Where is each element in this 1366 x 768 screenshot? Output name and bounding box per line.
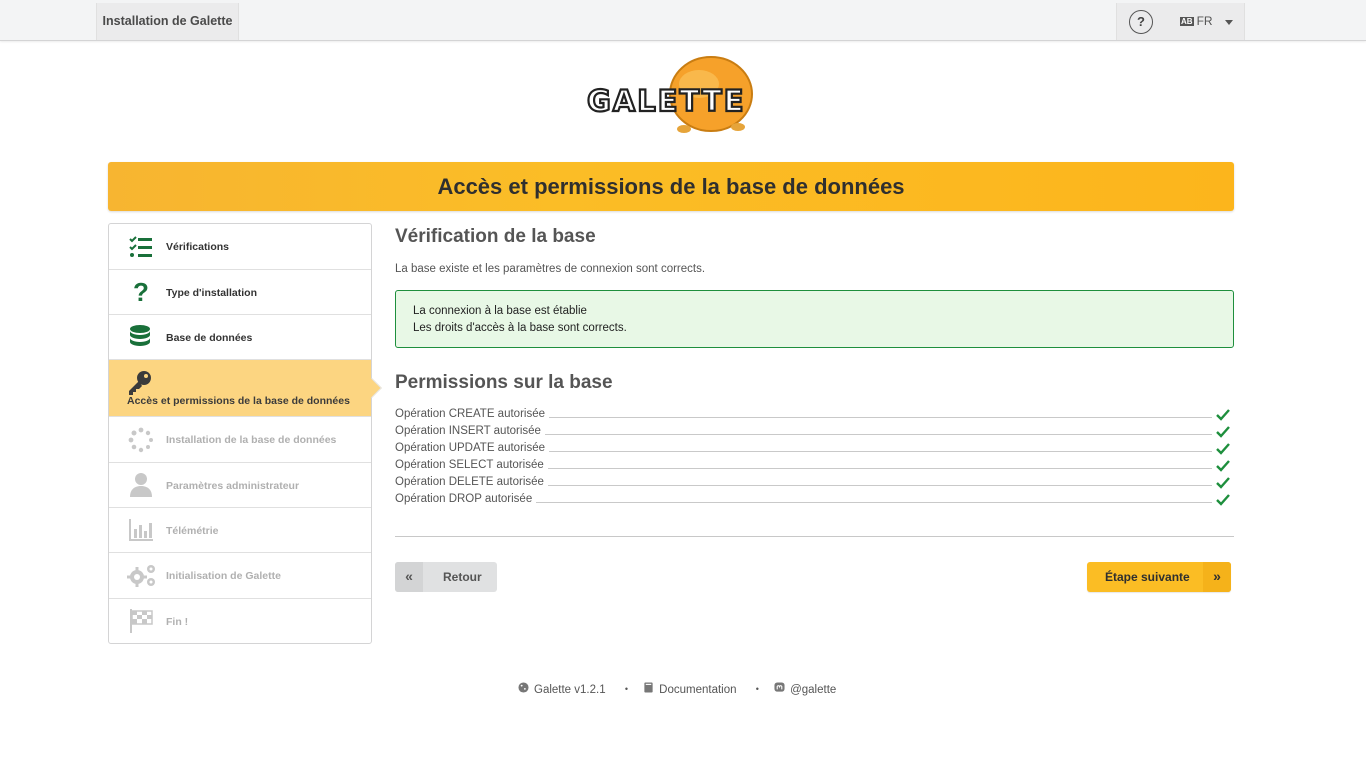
step-label: Fin ! — [166, 616, 189, 628]
check-description: La base existe et les paramètres de conn… — [395, 263, 706, 275]
permission-row: Opération SELECT autorisée — [395, 458, 1234, 475]
permission-label: Opération INSERT autorisée — [395, 425, 545, 437]
success-line: La connexion à la base est établie — [413, 305, 587, 317]
step-label: Base de données — [166, 332, 253, 344]
galette-logo: GALETTE — [583, 56, 758, 140]
mastodon-icon — [774, 682, 785, 692]
step-label: Télémétrie — [166, 525, 219, 537]
success-message: La connexion à la base est établie Les d… — [395, 290, 1234, 348]
footer-doc: Documentation — [659, 683, 737, 696]
permission-row: Opération DELETE autorisée — [395, 475, 1234, 492]
step-admin-settings: Paramètres administrateur — [109, 463, 371, 508]
step-finish: Fin ! — [109, 599, 371, 643]
top-menu-bar: Installation de Galette ? AB FR — [0, 0, 1366, 41]
check-icon — [1216, 494, 1230, 506]
help-icon[interactable]: ? — [1129, 10, 1153, 34]
footer-separator: • — [624, 684, 628, 694]
section-divider — [395, 536, 1234, 537]
database-icon — [128, 324, 154, 350]
key-icon — [127, 370, 153, 396]
book-icon — [644, 682, 653, 693]
check-icon — [1216, 409, 1230, 421]
next-button-label: Étape suivante — [1105, 570, 1190, 584]
double-chevron-right-icon: » — [1203, 562, 1231, 592]
step-db-installation: Installation de la base de données — [109, 417, 371, 463]
cookie-icon — [518, 682, 529, 693]
permission-label: Opération DELETE autorisée — [395, 476, 548, 488]
permission-row: Opération UPDATE autorisée — [395, 441, 1234, 458]
svg-text:GALETTE: GALETTE — [587, 84, 746, 118]
page-title: Accès et permissions de la base de donné… — [437, 174, 905, 199]
topbar-right-menu: ? AB FR — [1116, 3, 1245, 40]
permission-label: Opération SELECT autorisée — [395, 459, 548, 471]
user-icon — [128, 472, 154, 498]
step-label: Accès et permissions de la base de donné… — [127, 395, 350, 407]
step-label: Initialisation de Galette — [166, 570, 281, 582]
footer-version: Galette v1.2.1 — [534, 683, 606, 696]
question-icon: ? — [133, 277, 149, 307]
footer-social: @galette — [790, 683, 837, 696]
check-icon — [1216, 460, 1230, 472]
step-galette-init: Initialisation de Galette — [109, 553, 371, 599]
permissions-list: Opération CREATE autorisée Opération INS… — [395, 407, 1234, 509]
language-selector[interactable]: AB FR — [1180, 14, 1213, 28]
language-label: FR — [1196, 14, 1213, 28]
permission-label: Opération CREATE autorisée — [395, 408, 549, 420]
footer-version-link[interactable]: Galette v1.2.1 — [518, 682, 606, 696]
footer-doc-link[interactable]: Documentation — [643, 682, 737, 696]
step-label: Paramètres administrateur — [166, 480, 300, 492]
double-chevron-left-icon: « — [395, 562, 423, 592]
permissions-section-title: Permissions sur la base — [395, 372, 613, 393]
active-step-pointer — [362, 378, 382, 398]
spinner-icon — [128, 427, 154, 453]
step-db-access-permissions[interactable]: Accès et permissions de la base de donné… — [109, 360, 382, 417]
checklist-icon — [128, 235, 154, 261]
check-icon — [1216, 477, 1230, 489]
check-icon — [1216, 443, 1230, 455]
footer-separator: • — [755, 684, 759, 694]
checkered-flag-icon — [128, 608, 154, 634]
permission-row: Opération DROP autorisée — [395, 492, 1234, 509]
success-line: Les droits d'accès à la base sont correc… — [413, 322, 627, 334]
step-verifications[interactable]: Vérifications — [109, 224, 371, 270]
permission-row: Opération CREATE autorisée — [395, 407, 1234, 424]
check-icon — [1216, 426, 1230, 438]
step-label: Vérifications — [166, 241, 230, 253]
step-label: Installation de la base de données — [166, 434, 337, 446]
cogs-icon — [126, 563, 155, 589]
next-step-button[interactable]: Étape suivante » — [1087, 562, 1231, 592]
back-button[interactable]: « Retour — [395, 562, 497, 592]
app-title: Installation de Galette — [96, 3, 239, 40]
chevron-down-icon[interactable] — [1225, 20, 1233, 25]
bar-chart-icon — [128, 517, 154, 543]
permission-row: Opération INSERT autorisée — [395, 424, 1234, 441]
page-banner: Accès et permissions de la base de donné… — [108, 162, 1234, 211]
step-telemetry: Télémétrie — [109, 508, 371, 553]
permission-label: Opération DROP autorisée — [395, 493, 537, 505]
language-icon: AB — [1180, 17, 1194, 26]
check-section-title: Vérification de la base — [395, 226, 596, 247]
step-install-type[interactable]: ? Type d'installation — [109, 270, 371, 315]
step-label: Type d'installation — [166, 287, 257, 299]
footer: Galette v1.2.1 • Documentation • @galett… — [518, 682, 836, 696]
installation-steps: Vérifications ? Type d'installation Base… — [108, 223, 382, 644]
back-button-label: Retour — [443, 570, 482, 584]
footer-social-link[interactable]: @galette — [774, 682, 836, 696]
step-database[interactable]: Base de données — [109, 315, 371, 360]
permission-label: Opération UPDATE autorisée — [395, 442, 549, 454]
